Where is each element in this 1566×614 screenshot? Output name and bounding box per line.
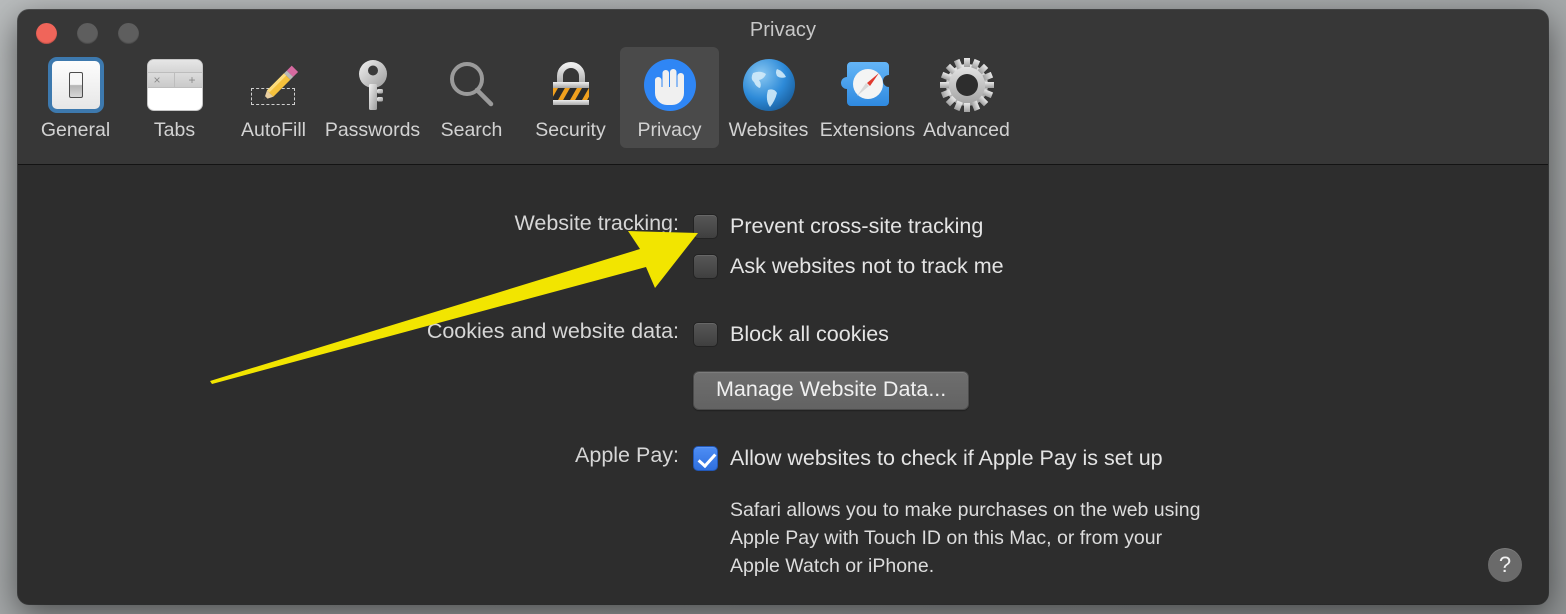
cookies-options: Block all cookies Manage Website Data... xyxy=(693,319,970,410)
website-tracking-label: Website tracking: xyxy=(514,211,679,235)
apple-pay-description: Safari allows you to make purchases on t… xyxy=(730,499,1201,577)
toolbar-label-passwords: Passwords xyxy=(324,119,421,141)
apple-pay-label: Apple Pay: xyxy=(575,443,679,467)
toolbar-label-search: Search xyxy=(440,119,503,141)
ask-websites-not-to-track-checkbox[interactable] xyxy=(693,253,718,279)
allow-apple-pay-check-label: Allow websites to check if Apple Pay is … xyxy=(730,445,1163,470)
website-tracking-row: Website tracking: Prevent cross-site tra… xyxy=(213,211,1004,281)
prevent-cross-site-tracking-label: Prevent cross-site tracking xyxy=(730,213,984,238)
toolbar-item-general[interactable]: General xyxy=(26,47,125,148)
block-all-cookies-row[interactable]: Block all cookies xyxy=(693,319,969,349)
preferences-toolbar: General × + Tabs AutoFill Passwords Sear… xyxy=(26,47,1016,148)
apple-pay-row: Apple Pay: Allow websites to check if Ap… xyxy=(213,443,1200,580)
help-button[interactable]: ? xyxy=(1488,548,1522,582)
toolbar-item-tabs[interactable]: × + Tabs xyxy=(125,47,224,148)
toolbar-item-passwords[interactable]: Passwords xyxy=(323,47,422,148)
tabs-window-icon: × + xyxy=(144,54,206,116)
toolbar-label-general: General xyxy=(40,119,111,141)
prevent-cross-site-tracking-row[interactable]: Prevent cross-site tracking xyxy=(693,211,1004,241)
ask-websites-not-to-track-label: Ask websites not to track me xyxy=(730,253,1004,278)
toolbar-item-websites[interactable]: Websites xyxy=(719,47,818,148)
ask-websites-not-to-track-row[interactable]: Ask websites not to track me xyxy=(693,251,1004,281)
search-magnifier-icon xyxy=(441,54,503,116)
toolbar-label-security: Security xyxy=(535,119,606,141)
toolbar-item-search[interactable]: Search xyxy=(422,47,521,148)
toolbar-label-privacy: Privacy xyxy=(637,119,702,141)
advanced-gear-icon xyxy=(936,54,998,116)
toolbar-label-tabs: Tabs xyxy=(153,119,196,141)
websites-globe-icon xyxy=(738,54,800,116)
prevent-cross-site-tracking-checkbox[interactable] xyxy=(693,213,718,239)
cookies-row: Cookies and website data: Block all cook… xyxy=(213,319,970,410)
passwords-key-icon xyxy=(342,54,404,116)
toolbar-item-autofill[interactable]: AutoFill xyxy=(224,47,323,148)
block-all-cookies-checkbox[interactable] xyxy=(693,321,718,347)
privacy-settings-pane: Website tracking: Prevent cross-site tra… xyxy=(18,166,1548,604)
privacy-preferences-window: Privacy General × + Tabs AutoFill Passwo… xyxy=(18,10,1548,604)
autofill-pencil-icon xyxy=(243,54,305,116)
toolbar-item-extensions[interactable]: Extensions xyxy=(818,47,917,148)
website-tracking-options: Prevent cross-site tracking Ask websites… xyxy=(693,211,1004,281)
allow-apple-pay-check-checkbox[interactable] xyxy=(693,445,718,471)
toolbar-label-autofill: AutoFill xyxy=(240,119,307,141)
block-all-cookies-label: Block all cookies xyxy=(730,321,889,346)
apple-pay-options: Allow websites to check if Apple Pay is … xyxy=(693,443,1200,580)
window-titlebar: Privacy General × + Tabs AutoFill Passwo… xyxy=(18,10,1548,165)
toolbar-label-extensions: Extensions xyxy=(819,119,916,141)
toolbar-item-privacy[interactable]: Privacy xyxy=(620,47,719,148)
toolbar-label-advanced: Advanced xyxy=(923,119,1010,141)
security-lock-icon xyxy=(540,54,602,116)
window-title: Privacy xyxy=(749,19,817,41)
manage-website-data-button[interactable]: Manage Website Data... xyxy=(693,371,970,410)
toolbar-item-advanced[interactable]: Advanced xyxy=(917,47,1016,148)
cookies-label: Cookies and website data: xyxy=(426,319,679,343)
toolbar-item-security[interactable]: Security xyxy=(521,47,620,148)
toolbar-label-websites: Websites xyxy=(728,119,809,141)
general-switch-icon xyxy=(45,54,107,116)
allow-apple-pay-check-row[interactable]: Allow websites to check if Apple Pay is … xyxy=(693,443,1200,473)
extensions-puzzle-icon xyxy=(837,54,899,116)
privacy-hand-icon xyxy=(639,54,701,116)
